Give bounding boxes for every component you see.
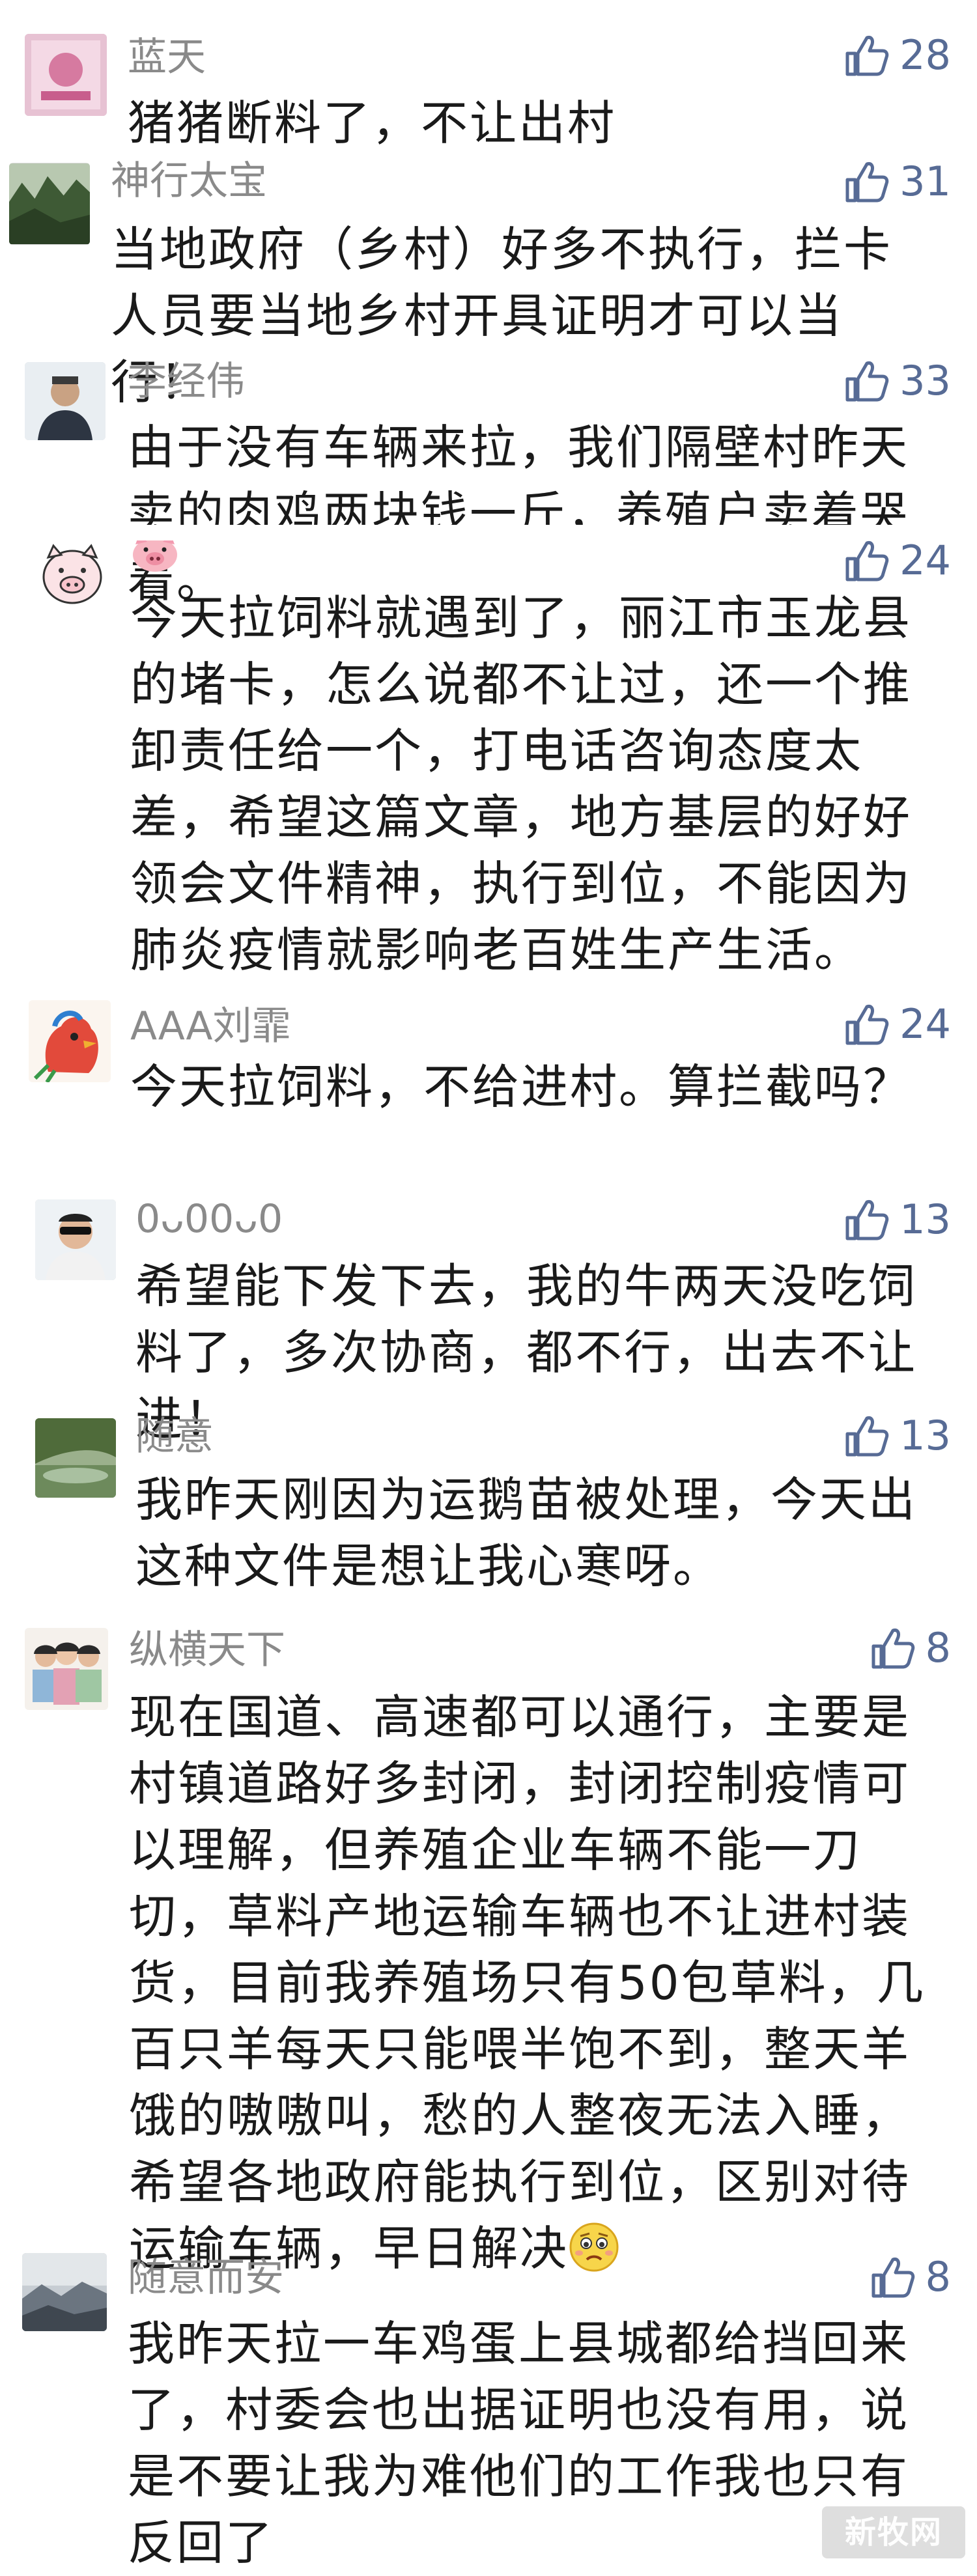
like-button[interactable]: 13	[843, 1414, 951, 1457]
thumbs-up-icon	[843, 539, 889, 582]
avatar[interactable]	[35, 1418, 116, 1498]
worried-face-icon	[569, 2222, 619, 2273]
like-button[interactable]: 31	[843, 160, 951, 203]
comment-text-body: 现在国道、高速都可以通行，主要是村镇道路好多封闭，封闭控制疫情可以理解，但养殖企…	[129, 1690, 926, 2276]
like-button[interactable]: 24	[843, 539, 951, 582]
like-button[interactable]: 28	[843, 34, 951, 77]
comment-author[interactable]: AAA刘霏	[130, 1007, 290, 1046]
comment-text: 今天拉饲料，不给进村。算拦截吗？	[130, 1059, 913, 1114]
comment-author[interactable]: 0ᴗ00ᴗ0	[135, 1199, 283, 1239]
thumbs-up-icon	[843, 1414, 889, 1457]
thumbs-up-icon	[870, 1627, 915, 1670]
like-count: 33	[899, 357, 951, 404]
scroll-cutoff	[0, 525, 977, 540]
comment-text: 我昨天拉一车鸡蛋上县城都给挡回来了，村委会也出据证明也没有用，说是不要让我为难他…	[128, 2316, 910, 2570]
avatar[interactable]	[35, 1199, 116, 1280]
avatar[interactable]	[9, 163, 90, 245]
avatar[interactable]	[25, 34, 107, 116]
like-count: 8	[925, 1624, 951, 1672]
avatar[interactable]	[34, 540, 111, 608]
comment-text: 由于没有车辆来拉，我们隔壁村昨天卖的肉鸡两块钱一斤，养殖户卖着哭着。	[128, 420, 910, 608]
comment-text: 我昨天刚因为运鹅苗被处理，今天出这种文件是想让我心寒呀。	[135, 1472, 918, 1593]
avatar[interactable]	[29, 1000, 111, 1082]
comment-text: 希望能下发下去，我的牛两天没吃饲料了，多次协商，都不行，出去不让进！	[135, 1259, 918, 1446]
avatar[interactable]	[25, 1628, 108, 1710]
like-button[interactable]: 33	[843, 359, 951, 402]
watermark: 新牧网	[822, 2506, 965, 2558]
thumbs-up-icon	[843, 1003, 889, 1046]
comment-author[interactable]: 随意而安	[128, 2258, 284, 2297]
like-button[interactable]: 8	[870, 2256, 951, 2299]
like-count: 24	[899, 537, 951, 584]
like-count: 31	[899, 158, 951, 205]
like-count: 24	[899, 1000, 951, 1048]
like-count: 13	[899, 1412, 951, 1459]
thumbs-up-icon	[843, 359, 889, 402]
comment-author[interactable]: 纵横天下	[129, 1631, 285, 1670]
comment-author[interactable]: 随意	[135, 1417, 214, 1456]
comment-text: 现在国道、高速都可以通行，主要是村镇道路好多封闭，封闭控制疫情可以理解，但养殖企…	[129, 1684, 938, 2282]
thumbs-up-icon	[843, 160, 889, 203]
comment-author[interactable]: 李经伟	[128, 362, 245, 401]
like-button[interactable]: 24	[843, 1003, 951, 1046]
thumbs-up-icon	[843, 1198, 889, 1241]
comment-text: 今天拉饲料就遇到了，丽江市玉龙县的堵卡，怎么说都不让过，还一个推卸责任给一个，打…	[130, 591, 913, 977]
avatar[interactable]	[22, 2253, 107, 2331]
like-count: 28	[899, 31, 951, 79]
thumbs-up-icon	[870, 2256, 915, 2299]
like-button[interactable]: 8	[870, 1627, 951, 1670]
avatar[interactable]	[25, 362, 106, 440]
comment-author[interactable]: 神行太宝	[111, 161, 267, 201]
comment-author[interactable]: 蓝天	[128, 38, 206, 77]
comment-text: 猪猪断料了，不让出村	[128, 96, 617, 150]
thumbs-up-icon	[843, 34, 889, 77]
like-button[interactable]: 13	[843, 1198, 951, 1241]
like-count: 13	[899, 1196, 951, 1243]
like-count: 8	[925, 2253, 951, 2301]
